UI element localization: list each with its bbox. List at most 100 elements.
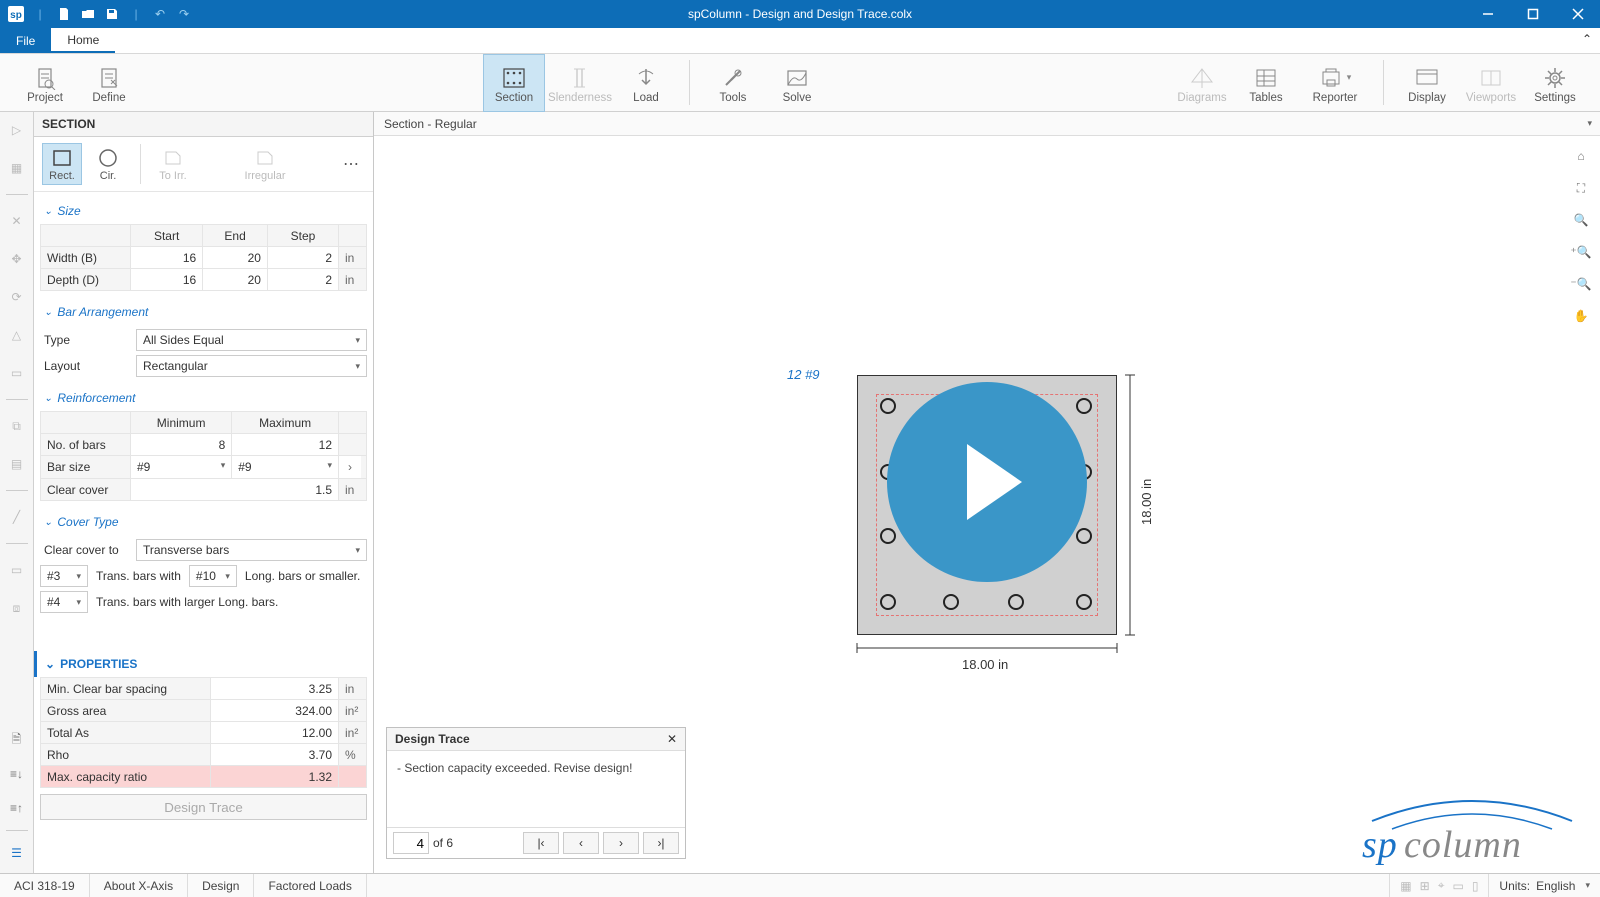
new-file-icon[interactable] xyxy=(52,0,76,28)
define-button[interactable]: Define xyxy=(78,54,140,112)
barsize-max-select[interactable]: #9▾ xyxy=(232,456,339,479)
reporter-button[interactable]: ▾ Reporter xyxy=(1299,54,1371,112)
chevron-down-icon: ⌄ xyxy=(44,517,52,528)
save-icon[interactable] xyxy=(100,0,124,28)
clearcover-to-select[interactable]: Transverse bars ▾ xyxy=(136,539,367,561)
page-input[interactable] xyxy=(393,832,429,854)
status-code[interactable]: ACI 318-19 xyxy=(0,874,90,897)
ungroup-icon[interactable]: ⧈ xyxy=(5,596,29,620)
long1-size-select[interactable]: #10▾ xyxy=(189,565,237,587)
display-button[interactable]: Display xyxy=(1396,54,1458,112)
slenderness-button: Slenderness xyxy=(547,54,613,112)
trans2-size-value: #4 xyxy=(47,595,60,609)
status-axis[interactable]: About X-Axis xyxy=(90,874,188,897)
solve-button[interactable]: Solve xyxy=(766,54,828,112)
tab-file[interactable]: File xyxy=(0,28,51,53)
rebar-count-label: 12 #9 xyxy=(787,367,820,382)
note-icon[interactable]: 🗎 xyxy=(5,728,29,752)
reinforcement-table: Minimum Maximum No. of bars 8 12 Bar siz… xyxy=(40,411,367,501)
layout-select[interactable]: Rectangular ▾ xyxy=(136,355,367,377)
open-file-icon[interactable] xyxy=(76,0,100,28)
size-section-toggle[interactable]: ⌄ Size xyxy=(40,198,367,224)
nbars-max-input[interactable]: 12 xyxy=(232,434,339,456)
prev-page-button[interactable]: ‹ xyxy=(563,832,599,854)
depth-end-input[interactable]: 20 xyxy=(203,269,268,291)
home-view-icon[interactable]: ⌂ xyxy=(1568,144,1594,168)
minimize-button[interactable] xyxy=(1465,0,1510,28)
next-page-button[interactable]: › xyxy=(603,832,639,854)
zoom-in-icon[interactable]: ⁺🔍 xyxy=(1568,240,1594,264)
tools-button[interactable]: Tools xyxy=(702,54,764,112)
copy-icon[interactable]: ⧉ xyxy=(5,414,29,438)
shape-circle-button[interactable]: Cir. xyxy=(88,143,128,185)
canvas-header: Section - Regular ▾ xyxy=(374,112,1600,136)
status-layers-icon[interactable]: ▦ xyxy=(1400,879,1411,893)
menu-icon[interactable]: ☰ xyxy=(5,841,29,865)
settings-button[interactable]: Settings xyxy=(1524,54,1586,112)
depth-start-input[interactable]: 16 xyxy=(131,269,203,291)
outdent-icon[interactable]: ≡↑ xyxy=(5,796,29,820)
solve-icon xyxy=(785,66,809,90)
status-units[interactable]: Units: English ▾ xyxy=(1489,879,1600,893)
nbars-min-input[interactable]: 8 xyxy=(131,434,232,456)
barsize-min-select[interactable]: #9▾ xyxy=(131,456,232,479)
project-button[interactable]: Project xyxy=(14,54,76,112)
trans1-size-select[interactable]: #3▾ xyxy=(40,565,88,587)
clipboard-icon[interactable]: ▭ xyxy=(5,558,29,582)
rotate-icon[interactable]: ⟳ xyxy=(5,285,29,309)
section-button[interactable]: Section xyxy=(483,54,545,112)
line-icon[interactable]: ╱ xyxy=(5,505,29,529)
zoom-out-icon[interactable]: ⁻🔍 xyxy=(1568,272,1594,296)
properties-toggle[interactable]: ⌄ PROPERTIES xyxy=(34,651,367,677)
app-icon[interactable]: sp xyxy=(4,0,28,28)
width-start-input[interactable]: 16 xyxy=(131,247,203,269)
close-button[interactable] xyxy=(1555,0,1600,28)
mirror-icon[interactable]: △ xyxy=(5,323,29,347)
type-select[interactable]: All Sides Equal ▾ xyxy=(136,329,367,351)
paste-icon[interactable]: ▭ xyxy=(5,361,29,385)
pointer-icon[interactable]: ▷ xyxy=(5,118,29,142)
status-snap-icon[interactable]: ⌖ xyxy=(1438,878,1445,893)
chevron-down-icon: ⌄ xyxy=(45,657,55,671)
delete-icon[interactable]: ✕ xyxy=(5,209,29,233)
status-mode[interactable]: Design xyxy=(188,874,254,897)
zoom-window-icon[interactable]: 🔍 xyxy=(1568,208,1594,232)
tools-label: Tools xyxy=(720,92,747,104)
display-icon xyxy=(1414,66,1440,90)
undo-icon[interactable]: ↶ xyxy=(148,0,172,28)
tables-button[interactable]: Tables xyxy=(1235,54,1297,112)
canvas-dropdown-icon[interactable]: ▾ xyxy=(1587,118,1592,129)
trans2-size-select[interactable]: #4▾ xyxy=(40,591,88,613)
tab-home[interactable]: Home xyxy=(51,28,115,53)
last-page-button[interactable]: ›| xyxy=(643,832,679,854)
depth-step-input[interactable]: 2 xyxy=(267,269,338,291)
status-view-icon[interactable]: ▯ xyxy=(1472,879,1479,893)
fit-view-icon[interactable]: ⛶ xyxy=(1568,176,1594,200)
canvas-body[interactable]: ⌂ ⛶ 🔍 ⁺🔍 ⁻🔍 ✋ 12 #9 xyxy=(374,136,1600,873)
pan-icon[interactable]: ✋ xyxy=(1568,304,1594,328)
first-page-button[interactable]: |‹ xyxy=(523,832,559,854)
bar-arrangement-toggle[interactable]: ⌄ Bar Arrangement xyxy=(40,299,367,325)
maximize-button[interactable] xyxy=(1510,0,1555,28)
load-button[interactable]: Load xyxy=(615,54,677,112)
chevron-down-icon: ▾ xyxy=(351,335,360,346)
shape-overflow-button[interactable]: ⋯ xyxy=(337,154,365,174)
status-tile-icon[interactable]: ▭ xyxy=(1452,879,1463,893)
layers-icon[interactable]: ▤ xyxy=(5,452,29,476)
reinforcement-toggle[interactable]: ⌄ Reinforcement xyxy=(40,385,367,411)
cover-type-toggle[interactable]: ⌄ Cover Type xyxy=(40,509,367,535)
collapse-ribbon-icon[interactable]: ⌃ xyxy=(1582,32,1592,46)
status-loads[interactable]: Factored Loads xyxy=(254,874,366,897)
play-button[interactable] xyxy=(887,382,1087,582)
grid-icon[interactable]: ▦ xyxy=(5,156,29,180)
redo-icon[interactable]: ↷ xyxy=(172,0,196,28)
clearcover-input[interactable]: 1.5 xyxy=(131,479,339,501)
barsize-next-button[interactable]: › xyxy=(339,456,361,478)
width-end-input[interactable]: 20 xyxy=(203,247,268,269)
width-step-input[interactable]: 2 xyxy=(267,247,338,269)
shape-rect-button[interactable]: Rect. xyxy=(42,143,82,185)
close-icon[interactable]: ✕ xyxy=(667,732,677,746)
status-grid-icon[interactable]: ⊞ xyxy=(1420,879,1430,893)
move-icon[interactable]: ✥ xyxy=(5,247,29,271)
indent-icon[interactable]: ≡↓ xyxy=(5,762,29,786)
